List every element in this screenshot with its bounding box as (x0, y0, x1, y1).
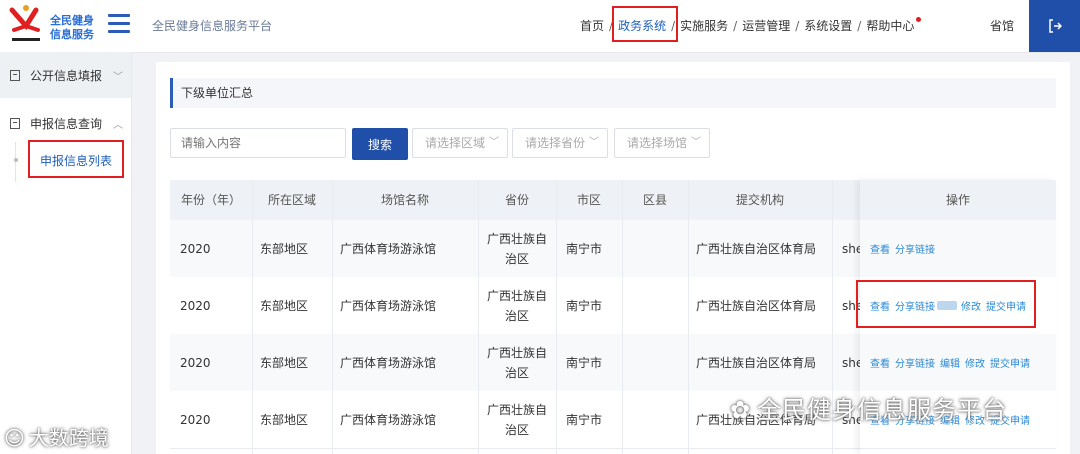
cell-year: 2020 (180, 298, 211, 313)
highlight-box-sidebar (28, 140, 124, 178)
cell-venue: 广西体育场游泳馆 (340, 356, 437, 370)
chevron-down-icon: ﹀ (688, 129, 701, 157)
column-divider (252, 180, 253, 454)
cell-org: 广西壮族自治区体育局 (696, 242, 817, 256)
cell-org: 广西壮族自治区体育局 (696, 356, 817, 370)
watermark-right: ✿ 全民健身信息服务平台 (730, 390, 1007, 425)
column-header: 市区 (576, 193, 601, 207)
cell-org: 广西壮族自治区体育局 (696, 299, 817, 313)
cell-county (630, 334, 688, 391)
tree-dot (14, 158, 18, 162)
sidebar: 公开信息填报 ﹀ 申报信息查询 ︿ 申报信息列表 (0, 52, 132, 454)
sidebar-item-public-info-report[interactable]: 公开信息填报 ﹀ (0, 52, 131, 98)
cell-province: 广西壮族自治区 (484, 277, 550, 334)
highlight-box-ops (856, 280, 1036, 328)
cell-area: 东部地区 (260, 299, 309, 313)
highlight-box-nav (612, 6, 678, 42)
column-divider (332, 180, 333, 454)
sidebar-item-label: 公开信息填报 (30, 68, 103, 83)
platform-title: 全民健身信息服务平台 (152, 19, 273, 33)
brand-icon: ☺ (4, 426, 25, 450)
column-header (832, 180, 860, 220)
watermark-left-text: 大数跨境 (28, 426, 109, 450)
column-header: 区县 (642, 193, 667, 207)
logo-line-1: 全民健身 (50, 14, 94, 27)
nav-implementation-service[interactable]: 实施服务 (680, 17, 728, 34)
nav-separator: / (795, 19, 800, 33)
search-button[interactable]: 搜索 (352, 128, 408, 160)
cell-province-text: 广西壮族自治区 (486, 288, 547, 323)
section-title: 下级单位汇总 (170, 78, 1056, 108)
column-divider (688, 180, 689, 454)
cell-venue: 广西体育场游泳馆 (340, 299, 437, 313)
cell-county (630, 220, 688, 277)
column-divider (622, 180, 623, 454)
column-divider (478, 180, 479, 454)
cell-city: 南宁市 (566, 413, 603, 427)
column-header: 所在区域 (267, 193, 316, 207)
column-header: 年份（年） (180, 193, 241, 207)
sidebar-item-label: 申报信息查询 (30, 116, 103, 131)
search-input[interactable] (170, 128, 346, 158)
chevron-up-icon: ︿ (113, 119, 123, 131)
cell-province-text: 广西壮族自治区 (486, 345, 547, 380)
cell-extra: shen (842, 241, 860, 256)
logout-icon (1048, 19, 1062, 33)
menu-toggle-icon[interactable] (108, 14, 130, 34)
cell-year: 2020 (180, 355, 211, 370)
cell-province: 广西壮族自治区 (484, 220, 550, 277)
column-header: 省份 (504, 193, 529, 207)
cell-city: 南宁市 (566, 356, 603, 370)
cell-area: 东部地区 (260, 242, 309, 256)
province-select-text: 请选择省份 (525, 136, 586, 150)
notification-dot (916, 17, 922, 22)
logout-button[interactable] (1029, 0, 1080, 52)
venue-select[interactable]: 请选择场馆 ﹀ (614, 128, 710, 158)
chevron-down-icon: ﹀ (589, 137, 599, 148)
watermark-right-text: 全民健身信息服务平台 (757, 396, 1008, 424)
watermark-left: ☺ 大数跨境 (4, 422, 109, 451)
nav-operations[interactable]: 运营管理 (742, 17, 790, 34)
logo-text: 全民健身 信息服务 (50, 14, 94, 42)
cell-year: 2020 (180, 241, 211, 256)
runner-logo-icon (9, 5, 40, 41)
cell-city: 南宁市 (566, 242, 603, 256)
top-bar: 全民健身 信息服务 全民健身信息服务平台 首页 / 政务系统 / 实施服务 / 运营管理 / 系… (0, 0, 1080, 53)
column-header: 提交机构 (735, 193, 784, 207)
region-select-text: 请选择区域 (425, 136, 486, 150)
document-icon (10, 69, 20, 81)
nav-help-center[interactable]: 帮助中心 (866, 17, 914, 34)
wechat-icon: ✿ (730, 396, 752, 424)
cell-extra: shen (842, 355, 860, 370)
tree-line (15, 142, 16, 182)
province-select[interactable]: 请选择省份 ﹀ (512, 128, 608, 158)
cell-venue: 广西体育场游泳馆 (340, 242, 437, 256)
cell-area: 东部地区 (260, 413, 309, 427)
cell-venue: 广西体育场游泳馆 (340, 413, 437, 427)
cell-year: 2020 (180, 412, 211, 427)
cell-area: 东部地区 (260, 356, 309, 370)
cell-province: 广西壮族自治区 (484, 391, 550, 448)
nav-separator: / (857, 19, 862, 33)
logo-line-2: 信息服务 (50, 28, 94, 41)
column-header: 场馆名称 (380, 193, 429, 207)
cell-province-text: 广西壮族自治区 (486, 402, 547, 437)
chevron-down-icon: ﹀ (489, 137, 499, 148)
nav-separator: / (733, 19, 738, 33)
column-divider (556, 180, 557, 454)
region-label[interactable]: 省馆 (990, 17, 1014, 34)
cell-city: 南宁市 (566, 299, 603, 313)
cell-province-text: 广西壮族自治区 (486, 231, 547, 266)
region-select[interactable]: 请选择区域 ﹀ (412, 128, 508, 158)
nav-home[interactable]: 首页 (580, 17, 604, 34)
nav-system-settings[interactable]: 系统设置 (804, 17, 852, 34)
document-icon (10, 117, 20, 129)
cell-county (630, 277, 688, 334)
cell-province: 广西壮族自治区 (484, 334, 550, 391)
logo[interactable]: 全民健身 信息服务 (6, 4, 102, 48)
venue-select-text: 请选择场馆 (627, 136, 688, 150)
cell-county (630, 391, 688, 448)
chevron-down-icon: ﹀ (113, 71, 123, 83)
